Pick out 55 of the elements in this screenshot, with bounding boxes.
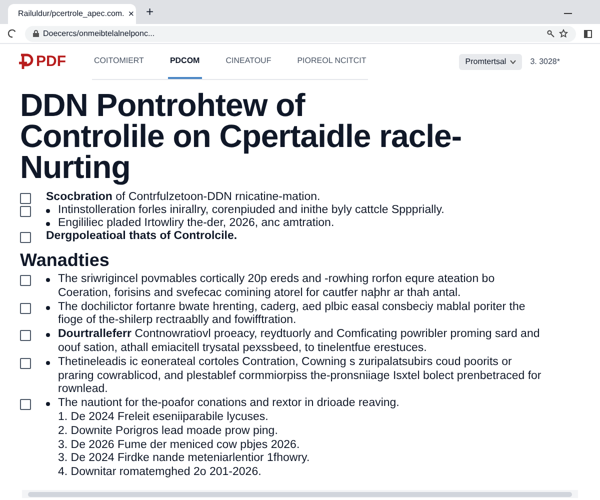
meta-text: 3. 3028* <box>530 56 560 68</box>
page-title-line: Controlile on Cpertaidle racle- <box>20 121 462 152</box>
horizontal-scrollbar[interactable] <box>22 490 578 498</box>
minimize-icon[interactable] <box>564 13 572 15</box>
bullet-icon <box>46 360 50 365</box>
chevron-down-icon <box>510 60 516 64</box>
section-heading: Wanadties <box>20 249 110 271</box>
list-item-text: Dergpoleatioal thats of Controlcile. <box>46 230 238 243</box>
bullet-icon <box>46 209 50 213</box>
checkbox[interactable] <box>20 330 31 342</box>
checkbox[interactable] <box>20 275 31 286</box>
checkbox[interactable] <box>20 206 31 217</box>
list-item-text: Dourtralleferr Contnowratiovl proeacy, reydtuorly and Comficating powribler proming sard and oouf sation, athall emiacitell trysatal pexssbeed, to tinelentfue erestuces. <box>58 328 541 356</box>
reload-icon[interactable] <box>8 29 17 38</box>
list-item-text: The dochilictor fortanre bwate hrenting, caderg, aed plbic easal consbeciy mablal poriter the fioge of the-shilerp rectraablly and fowifftration. <box>58 300 526 328</box>
bullet-icon <box>46 306 50 310</box>
list-item-text: The sriwrigincel povmables cortically 20p ereds and -rowhing rorfon equre ateation bo Coeration, forisins and svefecac comining atorel for cautfer naþhr ar thah antal. <box>58 273 496 301</box>
list-item-text: The nautiont for the-poafor conations and rextor in drioade reaving. <box>58 397 400 411</box>
numbered-step: 1. De 2024 Freleit eseniiparabile lycuses. <box>58 410 400 425</box>
browser-tab[interactable]: Railuldur/pcertrole_apec.com. × <box>8 4 136 24</box>
nav-tab[interactable]: CINEATOUF <box>224 44 274 79</box>
tab-title: Railuldur/pcertrole_apec.com. <box>18 8 124 20</box>
bullet-icon <box>46 402 50 406</box>
bullet-icon <box>46 333 50 338</box>
numbered-step: 4. Downitar romatemghed 2o 201-2026. <box>58 466 400 480</box>
numbered-step: 2. Downite Porigros lead moade prow ping. <box>58 424 400 439</box>
page-title-line: DDN Pontrohtew of <box>20 90 306 121</box>
close-tab-button[interactable]: × <box>128 6 134 22</box>
address-bar[interactable]: Doecercs/onmeibtelalnelponc... <box>25 26 576 42</box>
star-icon[interactable] <box>559 29 568 38</box>
list-item-text: Scocbration of Contrfulzetoon-DDN rnicatine-mation. <box>46 191 320 204</box>
checkbox[interactable] <box>20 399 31 410</box>
checkbox[interactable] <box>20 358 31 369</box>
logo-text: PDF <box>36 52 66 72</box>
checkbox[interactable] <box>20 302 31 314</box>
numbered-step: 3. De 2024 Firdke nande meteniarlentior 1fhowry. <box>58 452 400 466</box>
list-item-text: Thetineleadis ic eonerateal cortoles Contration, Cowning s zuripalatsubirs coud poorits or praring cowrablicod, and plestablef cormmiorpiss the-pronsniiage Isxtel bolect prenbetraced for rownlead. <box>58 356 542 398</box>
checkbox[interactable] <box>20 193 31 204</box>
lock-icon <box>33 30 39 37</box>
sidebar-icon[interactable] <box>584 30 592 38</box>
checkbox[interactable] <box>20 232 31 243</box>
page-title-line: Nurting <box>20 152 132 183</box>
new-tab-button[interactable]: + <box>146 2 154 21</box>
numbered-step: 3. De 2026 Fume der meniced cow pbjes 2026. <box>58 438 400 452</box>
dropdown[interactable]: Promtertsal <box>459 54 522 70</box>
nav-tab[interactable]: PDCOM <box>168 44 202 79</box>
bullet-icon <box>46 222 50 226</box>
list-item-text: Engililiec pladed Irtowliry the-der, 2026, anc amtration. <box>58 217 334 230</box>
bullet-icon <box>46 278 50 282</box>
url-text: Doecercs/onmeibtelalnelponc... <box>43 28 155 40</box>
nav-tab[interactable]: COITOMIERT <box>92 44 146 79</box>
scrollbar-thumb[interactable] <box>28 492 572 496</box>
nav-tab[interactable]: PIOREOL NCITCIT <box>295 44 368 79</box>
list-item-text: Intinstolleration forles inirallry, corenpiuded and inithe byly cattcle Sppprially. <box>58 204 444 217</box>
pdf-logo-icon <box>18 53 34 71</box>
